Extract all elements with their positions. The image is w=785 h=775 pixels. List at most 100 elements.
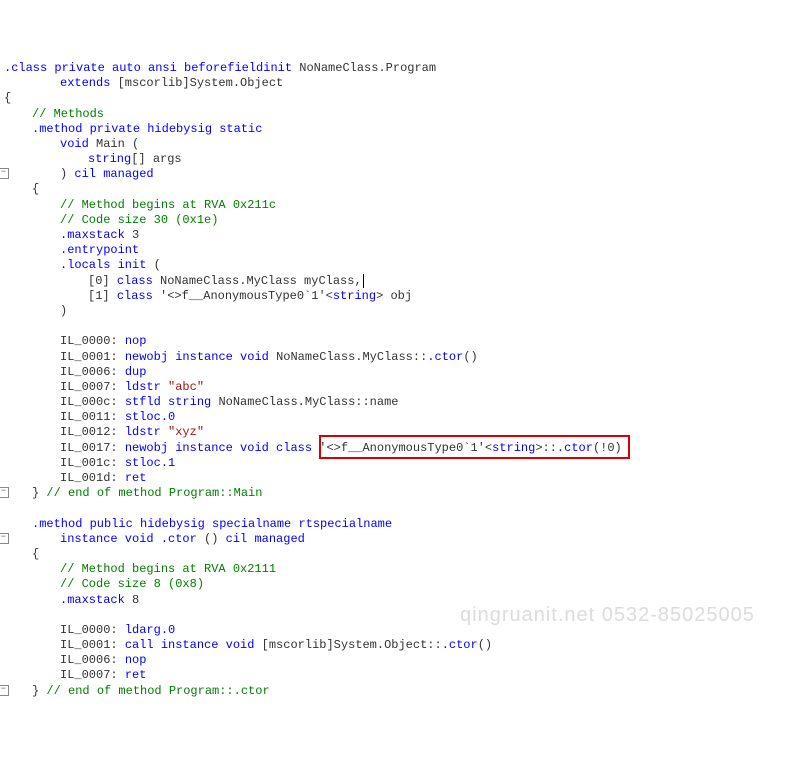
code-token: "xyz" [168,425,204,439]
code-line: } // end of method Program::Main [0,486,785,501]
code-line: // Methods [0,107,785,122]
code-line: IL_0012: ldstr "xyz" [0,425,785,440]
code-line [0,608,785,623]
code-token: .maxstack [60,593,132,607]
code-line: IL_0011: stloc.0 [0,410,785,425]
code-token: call [125,638,161,652]
code-line: ) cil managed [0,167,785,182]
code-token: IL_0011: [60,410,125,424]
code-line: IL_0017: newobj instance void class '<>f… [0,441,785,456]
code-token: nop [125,334,147,348]
code-token: ret [125,668,147,682]
code-viewer: .class private auto ansi beforefieldinit… [0,61,785,699]
code-line: IL_001d: ret [0,471,785,486]
code-token: .ctor [557,441,593,455]
code-token: ldstr [125,425,168,439]
code-token: IL_0000: [60,623,125,637]
code-token: { [4,91,11,105]
code-line: .maxstack 3 [0,228,785,243]
code-line: .maxstack 8 [0,593,785,608]
code-token: instance void [175,350,276,364]
code-token: IL_0001: [60,350,125,364]
code-token: "abc" [168,380,204,394]
code-token: IL_001d: [60,471,125,485]
code-token: .ctor [427,350,463,364]
code-line: .method private hidebysig static [0,122,785,137]
code-token: instance void [161,638,262,652]
code-token: newobj [125,350,175,364]
code-line: .class private auto ansi beforefieldinit… [0,61,785,76]
code-line [0,319,785,334]
code-token: IL_0012: [60,425,125,439]
code-token: >:: [535,441,557,455]
code-token: (!0) [593,441,622,455]
code-token: ) [60,167,74,181]
code-token: ( [154,258,161,272]
code-token: class [117,289,160,303]
code-token: stloc.1 [125,456,175,470]
code-line: .method public hidebysig specialname rts… [0,517,785,532]
fold-minus-icon[interactable] [0,487,9,498]
code-token: } [32,486,46,500]
code-line: { [0,547,785,562]
code-line: IL_0001: newobj instance void NoNameClas… [0,350,785,365]
code-line: IL_0006: nop [0,653,785,668]
code-token: // end of method Program::Main [46,486,262,500]
code-token: // Method begins at RVA 0x211c [60,198,276,212]
code-token: cil managed [74,167,153,181]
code-line: IL_0007: ret [0,668,785,683]
code-line: [0] class NoNameClass.MyClass myClass, [0,274,785,289]
code-token: // end of method Program::.ctor [46,684,269,698]
code-token: dup [125,365,147,379]
code-token: { [32,182,39,196]
code-token: IL_001c: [60,456,125,470]
code-token: ldstr [125,380,168,394]
code-token: IL_0007: [60,668,125,682]
code-token: '<>f__AnonymousType0`1'< [319,441,492,455]
code-token: cil managed [226,532,305,546]
code-line: instance void .ctor () cil managed [0,532,785,547]
code-token: .maxstack [60,228,132,242]
code-token: IL_0006: [60,653,125,667]
code-line: .entrypoint [0,243,785,258]
code-line: { [0,91,785,106]
code-token: ldarg.0 [125,623,175,637]
code-line: extends [mscorlib]System.Object [0,76,785,91]
code-token: .class private auto ansi beforefieldinit [4,61,299,75]
code-token: .entrypoint [60,243,139,257]
code-line: // Code size 8 (0x8) [0,577,785,592]
code-token: void [60,137,96,151]
code-token: class [117,274,160,288]
code-token: .method public hidebysig specialname rts… [32,517,399,531]
code-token: instance void class [175,441,319,455]
code-token: () [478,638,492,652]
code-line: IL_001c: stloc.1 [0,456,785,471]
code-token: { [32,547,39,561]
code-token: string [333,289,376,303]
code-token: extends [60,76,118,90]
fold-minus-icon[interactable] [0,685,9,696]
code-token: ret [125,471,147,485]
code-token: .ctor [442,638,478,652]
code-line: { [0,182,785,197]
code-line: } // end of method Program::.ctor [0,684,785,699]
code-line: IL_0007: ldstr "abc" [0,380,785,395]
code-line: IL_0001: call instance void [mscorlib]Sy… [0,638,785,653]
code-token: IL_0017: [60,441,125,455]
code-token: string [168,395,218,409]
code-token: () [204,532,226,546]
code-token: ) [60,304,67,318]
code-token: IL_0001: [60,638,125,652]
code-token: NoNameClass.Program [299,61,436,75]
code-line: [1] class '<>f__AnonymousType0`1'<string… [0,289,785,304]
fold-minus-icon[interactable] [0,168,9,179]
code-token: () [463,350,477,364]
code-token: string [492,441,535,455]
code-token: [0] [88,274,117,288]
code-token: } [32,684,46,698]
code-token: IL_0006: [60,365,125,379]
fold-minus-icon[interactable] [0,533,9,544]
code-token: Main ( [96,137,139,151]
code-token: '<>f__AnonymousType0`1'< [160,289,333,303]
code-line: // Method begins at RVA 0x2111 [0,562,785,577]
